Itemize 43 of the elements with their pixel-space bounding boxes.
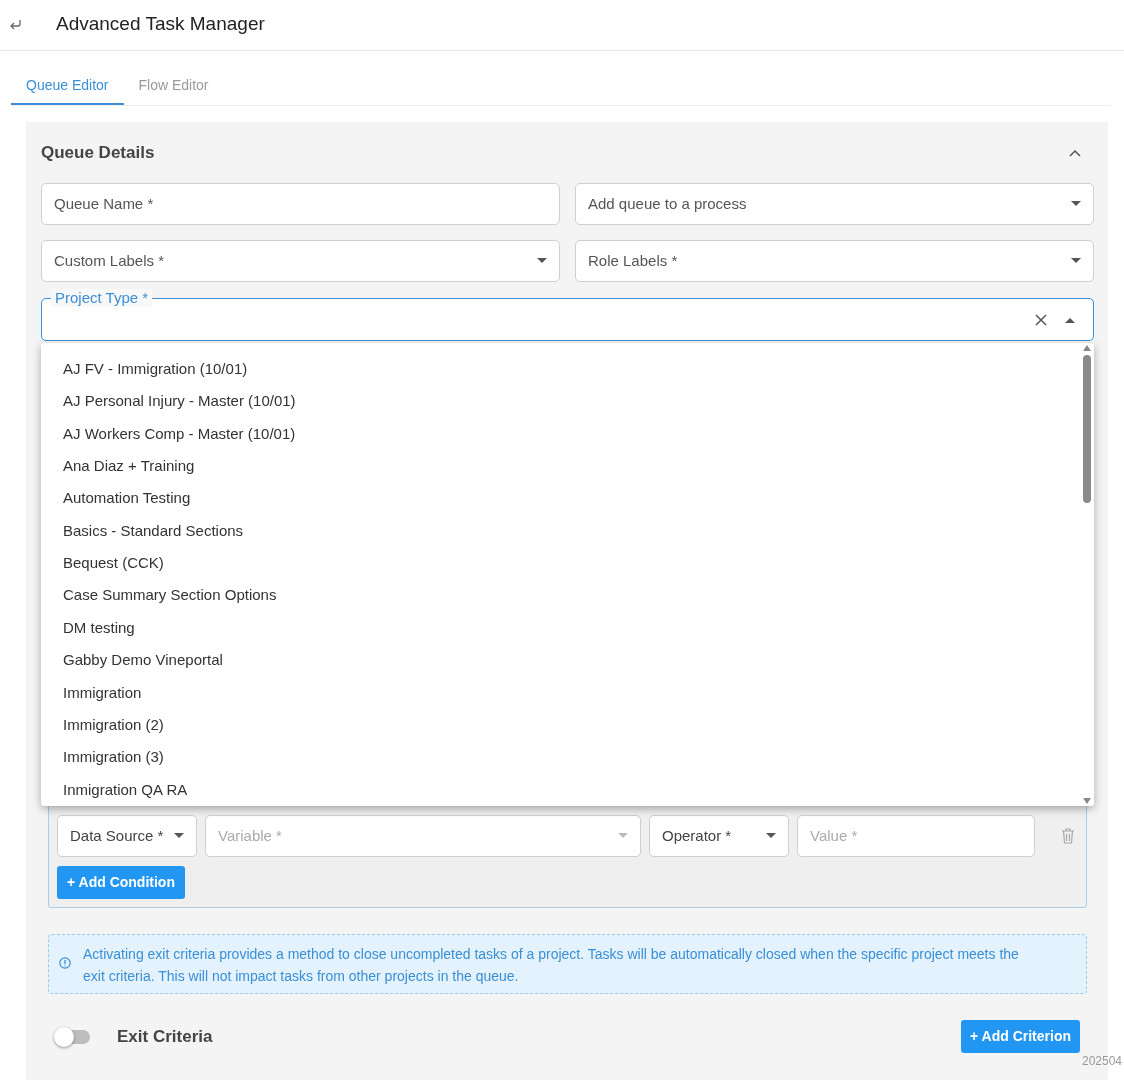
dropdown-option[interactable]: Gabby Demo Vineportal	[41, 644, 1080, 677]
dropdown-option[interactable]: AJ FV - Immigration (10/01)	[41, 353, 1080, 386]
dropdown-option[interactable]: Automation Testing	[41, 482, 1080, 515]
dropdown-option[interactable]: Immigration (2)	[41, 708, 1080, 742]
back-arrow-icon[interactable]	[8, 19, 22, 31]
caret-icon	[1071, 201, 1081, 207]
dropdown-option[interactable]: Immigration (3)	[41, 741, 1080, 774]
tab[interactable]: Queue Editor	[11, 67, 124, 105]
scrollbar-thumb[interactable]	[1083, 355, 1091, 503]
section-title: Exit Criteria	[117, 1025, 213, 1048]
select-field[interactable]: Add queue to a process	[575, 183, 1094, 225]
select-field[interactable]: Role Labels *	[575, 240, 1094, 282]
scroll-down-icon[interactable]	[1083, 798, 1091, 804]
input-field[interactable]: Queue Name *	[41, 183, 560, 225]
chevron-icon[interactable]	[1069, 149, 1081, 157]
page-title: Advanced Task Manager	[56, 11, 265, 36]
dropdown-option[interactable]: AJ Workers Comp - Master (10/01)	[41, 417, 1080, 451]
dropdown-option[interactable]: Basics - Standard Sections	[41, 514, 1080, 548]
field-label: Project Type *	[51, 289, 153, 307]
dropdown-option[interactable]: DM testing	[41, 611, 1080, 645]
dropdown-option[interactable]: Case Summary Section Options	[41, 579, 1080, 612]
select-field[interactable]: Custom Labels *	[41, 240, 560, 282]
info-text: Activating exit criteria provides a method to close uncompleted tasks of a project. Tasks will be automatically closed when the specific project meets the exit criteria. This will not impact tasks from other projects in the queue.	[83, 945, 1020, 986]
caret-icon	[766, 833, 776, 839]
caret-icon	[618, 833, 628, 839]
dropdown-option[interactable]: Inmigration QA RA	[41, 773, 1080, 807]
select-field[interactable]: Data Source *	[57, 815, 197, 857]
trash-icon[interactable]	[1061, 828, 1075, 844]
caret-icon[interactable]	[1065, 316, 1075, 323]
toggle-switch[interactable]	[56, 1029, 90, 1044]
dropdown-option[interactable]: AJ Personal Injury - Master (10/01)	[41, 385, 1080, 418]
dropdown-option[interactable]: Ana Diaz + Training	[41, 450, 1080, 483]
dropdown-option[interactable]: Bequest (CCK)	[41, 547, 1080, 580]
info-icon	[59, 957, 71, 969]
section-title: Queue Details	[41, 142, 155, 165]
footer-text: 202504	[1081, 1053, 1122, 1070]
close-icon[interactable]	[1035, 313, 1047, 326]
caret-icon	[174, 833, 184, 839]
dropdown-option[interactable]: Immigration	[41, 676, 1080, 709]
caret-icon	[1071, 258, 1081, 264]
caret-icon	[537, 258, 547, 264]
select-field[interactable]: Operator *	[649, 815, 789, 857]
scroll-up-icon[interactable]	[1083, 345, 1091, 351]
